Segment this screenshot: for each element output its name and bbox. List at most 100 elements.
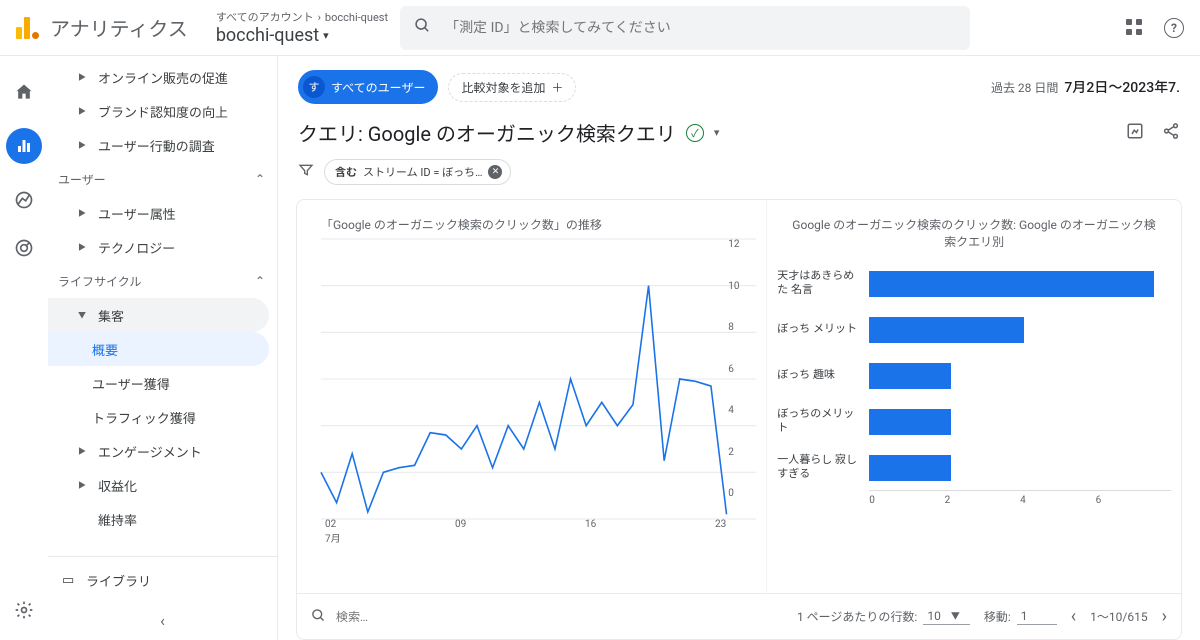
sidebar-section-user[interactable]: ユーザー⌃ [48, 162, 277, 196]
add-comparison-button[interactable]: 比較対象を追加 ＋ [448, 73, 576, 102]
product-name: アナリティクス [50, 13, 188, 42]
bar-chart-panel: Google のオーガニック検索のクリック数: Google のオーガニック検索… [766, 200, 1181, 593]
bar-row: 天才はあきらめた 名言 [777, 260, 1171, 306]
report-card: 「Google のオーガニック検索のクリック数」の推移 121086420 02… [296, 199, 1182, 640]
bar-label: 天才はあきらめた 名言 [777, 269, 869, 297]
date-range[interactable]: 過去 28 日間 7月2日～2023年7. [991, 77, 1180, 97]
main-content: す すべてのユーザー 比較対象を追加 ＋ 過去 28 日間 7月2日～2023年… [278, 56, 1200, 640]
sidebar-item[interactable]: ▶ 収益化 [48, 468, 277, 502]
sidebar-item[interactable]: ▶ オンライン販売の促進 [48, 60, 277, 94]
sidebar-item-label: ライブラリ [86, 571, 151, 590]
search-bar[interactable] [400, 6, 970, 50]
sidebar-item-label: エンゲージメント [98, 442, 202, 461]
caret-down-icon[interactable]: ▾ [714, 126, 720, 139]
bar-label: ぼっちのメリット [777, 407, 869, 435]
sidebar-item-label: 集客 [98, 306, 124, 325]
sidebar-item[interactable]: ▶ユーザー属性 [48, 196, 277, 230]
sidebar-item[interactable]: ▶ エンゲージメント [48, 434, 277, 468]
page-title: クエリ: Google のオーガニック検索クエリ [298, 118, 676, 147]
breadcrumb-prop[interactable]: bocchi-quest [325, 11, 388, 24]
arrow-down-icon: ▼ [78, 310, 88, 321]
bar-label: 一人暮らし 寂しすぎる [777, 453, 869, 481]
bar-chart-title: Google のオーガニック検索のクリック数: Google のオーガニック検索… [777, 216, 1171, 250]
goto-value: 1 [1021, 609, 1028, 623]
filter-chip-value: ストリーム ID = ぼっち… [363, 164, 482, 180]
sidebar: ▶オンライン販売の促進 ▶ブランド認知度の向上 ▶ユーザー行動の調査 ユーザー⌃… [48, 56, 278, 640]
bar-row: ぼっちのメリット [777, 398, 1171, 444]
breadcrumb[interactable]: すべてのアカウント › bocchi-quest bocchi-quest ▾ [216, 9, 388, 46]
reports-icon[interactable] [6, 128, 42, 164]
date-label: 過去 28 日間 [991, 79, 1058, 96]
prev-page-icon[interactable]: ‹ [1071, 606, 1076, 627]
sidebar-item[interactable]: 維持率 [48, 502, 277, 536]
goto-page[interactable]: 移動: 1 [984, 608, 1057, 625]
sidebar-item[interactable]: ▶テクノロジー [48, 230, 277, 264]
breadcrumb-all[interactable]: すべてのアカウント [216, 9, 314, 25]
bar-row: ぼっち 趣味 [777, 352, 1171, 398]
sidebar-item[interactable]: ▶ ブランド認知度の向上 [48, 94, 277, 128]
date-value: 7月2日～2023年7. [1064, 77, 1180, 97]
search-input[interactable] [445, 20, 956, 36]
rows-value: 10 [927, 609, 941, 623]
sidebar-item[interactable]: トラフィック獲得 [48, 400, 277, 434]
line-x-axis: 02091623 [321, 519, 756, 530]
explore-icon[interactable] [12, 188, 36, 212]
sidebar-item-acquisition[interactable]: ▼ 集客 [48, 298, 269, 332]
advertising-icon[interactable] [12, 236, 36, 260]
line-chart-title: 「Google のオーガニック検索のクリック数」の推移 [321, 216, 756, 233]
arrow-right-icon: ▶ [78, 106, 88, 117]
caret-down-icon[interactable]: ▾ [323, 29, 329, 42]
check-circle-icon: ✓ [686, 124, 704, 142]
chevron-up-icon: ⌃ [255, 172, 265, 186]
arrow-right-icon: ▶ [78, 480, 88, 491]
rows-per-page[interactable]: 1 ページあたりの行数: 10 ▼ [797, 608, 970, 625]
app-header: アナリティクス すべてのアカウント › bocchi-quest bocchi-… [0, 0, 1200, 56]
bar-label: ぼっち 趣味 [777, 368, 869, 382]
sidebar-item-label: ユーザー行動の調査 [98, 136, 215, 155]
sidebar-item-label: トラフィック獲得 [92, 408, 196, 427]
chevron-up-icon: ⌃ [255, 274, 265, 288]
chip-label: 比較対象を追加 [461, 79, 545, 96]
next-page-icon[interactable]: › [1162, 606, 1167, 627]
sidebar-item[interactable]: ▶ユーザー行動の調査 [48, 128, 277, 162]
remove-filter-icon[interactable]: ✕ [488, 165, 502, 179]
help-icon[interactable]: ? [1164, 18, 1184, 38]
sidebar-item-label: ブランド認知度の向上 [98, 102, 228, 121]
ga-logo-icon [16, 17, 38, 39]
arrow-right-icon: ▶ [78, 446, 88, 457]
segment-avatar: す [303, 76, 325, 98]
bar-x-axis: 0246 [869, 490, 1171, 506]
sidebar-item-library[interactable]: ▭ ライブラリ [48, 556, 277, 590]
customize-icon[interactable] [1126, 122, 1144, 144]
line-x-month: 7月 [321, 530, 756, 545]
arrow-right-icon: ▶ [78, 72, 88, 83]
rows-label: 1 ページあたりの行数: [797, 608, 917, 625]
filter-icon[interactable] [298, 162, 314, 182]
arrow-right-icon: ▶ [78, 208, 88, 219]
bar-row: 一人暮らし 寂しすぎる [777, 444, 1171, 490]
segment-all-users[interactable]: す すべてのユーザー [298, 70, 438, 104]
sidebar-item-label: 概要 [92, 340, 118, 359]
sidebar-item-label: 収益化 [98, 476, 137, 495]
search-icon [414, 17, 431, 38]
table-search-input[interactable] [336, 610, 783, 624]
arrow-right-icon: ▶ [78, 242, 88, 253]
bar-chart: 天才はあきらめた 名言ぼっち メリットぼっち 趣味ぼっちのメリット一人暮らし 寂… [777, 260, 1171, 490]
sidebar-section-lifecycle[interactable]: ライフサイクル⌃ [48, 264, 277, 298]
filter-chip[interactable]: 含む ストリーム ID = ぼっち… ✕ [324, 159, 511, 185]
sidebar-item[interactable]: ユーザー獲得 [48, 366, 277, 400]
apps-icon[interactable] [1126, 19, 1144, 37]
library-icon: ▭ [62, 573, 76, 588]
home-icon[interactable] [12, 80, 36, 104]
line-chart: 121086420 [321, 239, 756, 519]
nav-rail [0, 56, 48, 640]
settings-icon[interactable] [12, 598, 36, 622]
breadcrumb-main[interactable]: bocchi-quest [216, 25, 319, 46]
bar-label: ぼっち メリット [777, 322, 869, 336]
sidebar-item-label: オンライン販売の促進 [98, 68, 228, 87]
share-icon[interactable] [1162, 122, 1180, 144]
bar-row: ぼっち メリット [777, 306, 1171, 352]
collapse-sidebar-icon[interactable]: ‹ [160, 611, 165, 630]
caret-down-icon: ▼ [951, 609, 960, 622]
sidebar-item-overview[interactable]: 概要 [48, 332, 269, 366]
